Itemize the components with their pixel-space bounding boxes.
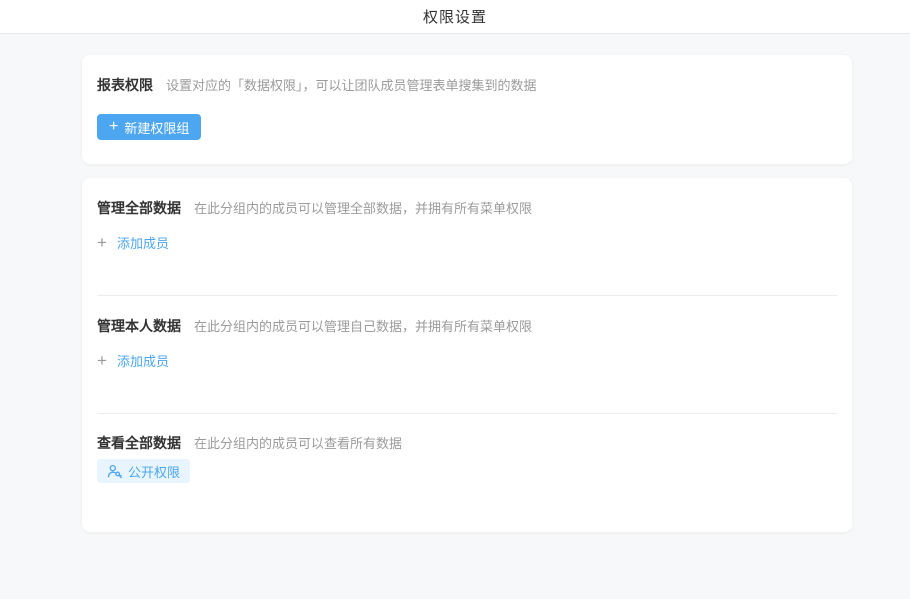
public-permission-label: 公开权限	[128, 462, 180, 481]
group-description: 在此分组内的成员可以查看所有数据	[194, 434, 402, 454]
group-title: 管理本人数据	[97, 316, 181, 336]
add-member-label: 添加成员	[117, 233, 169, 252]
group-description: 在此分组内的成员可以管理全部数据，并拥有所有菜单权限	[194, 199, 532, 219]
user-key-icon	[107, 464, 122, 479]
add-member-button[interactable]: + 添加成员	[97, 231, 169, 253]
permission-group-manage-all: 管理全部数据 在此分组内的成员可以管理全部数据，并拥有所有菜单权限 + 添加成员	[82, 178, 852, 295]
content-area: 报表权限 设置对应的「数据权限」，可以让团队成员管理表单搜集到的数据 + 新建权…	[0, 55, 910, 532]
report-permission-card: 报表权限 设置对应的「数据权限」，可以让团队成员管理表单搜集到的数据 + 新建权…	[82, 55, 852, 164]
page-header: 权限设置	[0, 0, 910, 34]
permission-groups-card: 管理全部数据 在此分组内的成员可以管理全部数据，并拥有所有菜单权限 + 添加成员…	[82, 178, 852, 532]
plus-icon: +	[109, 119, 118, 135]
plus-icon: +	[97, 234, 107, 251]
new-permission-group-label: 新建权限组	[124, 118, 189, 137]
permission-group-manage-own: 管理本人数据 在此分组内的成员可以管理自己数据，并拥有所有菜单权限 + 添加成员	[82, 296, 852, 413]
public-permission-badge[interactable]: 公开权限	[97, 459, 190, 483]
group-description: 在此分组内的成员可以管理自己数据，并拥有所有菜单权限	[194, 317, 532, 337]
page-title: 权限设置	[423, 6, 487, 27]
add-member-label: 添加成员	[117, 351, 169, 370]
group-title: 查看全部数据	[97, 433, 181, 453]
report-permission-title: 报表权限	[97, 75, 153, 95]
new-permission-group-button[interactable]: + 新建权限组	[97, 114, 201, 140]
permission-group-view-all: 查看全部数据 在此分组内的成员可以查看所有数据 公开权限	[82, 414, 852, 532]
add-member-button[interactable]: + 添加成员	[97, 349, 169, 371]
group-title: 管理全部数据	[97, 198, 181, 218]
plus-icon: +	[97, 352, 107, 369]
report-permission-description: 设置对应的「数据权限」，可以让团队成员管理表单搜集到的数据	[166, 76, 537, 96]
report-permission-header: 报表权限 设置对应的「数据权限」，可以让团队成员管理表单搜集到的数据	[97, 75, 837, 96]
